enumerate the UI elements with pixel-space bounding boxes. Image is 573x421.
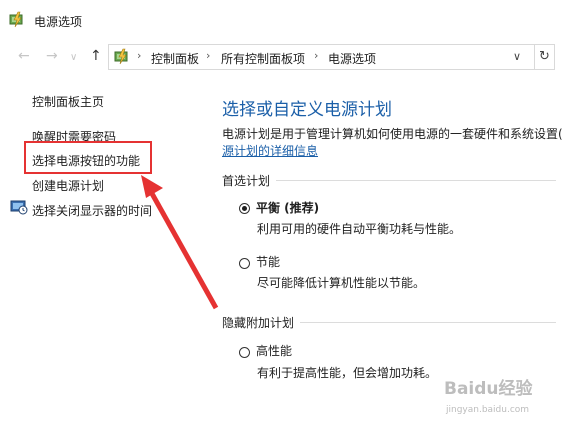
radio-high-performance[interactable] <box>239 347 250 358</box>
radio-balanced[interactable] <box>239 203 250 214</box>
watermark-text: Baidu经验 <box>444 378 534 399</box>
hidden-plans-expander[interactable]: 隐藏附加计划 <box>222 314 301 331</box>
plan-name-high-performance[interactable]: 高性能 <box>256 342 292 359</box>
plan-details-link[interactable]: 源计划的详细信息 <box>222 142 318 159</box>
plan-desc-balanced: 利用可用的硬件自动平衡功耗与性能。 <box>257 222 462 236</box>
radio-power-saver[interactable] <box>239 258 250 269</box>
page-title: 选择或自定义电源计划 <box>222 100 392 120</box>
plan-desc-power-saver: 尽可能降低计算机性能以节能。 <box>257 276 426 290</box>
baidu-jingyan-watermark: Baidu经验 jingyan.baidu.com <box>444 378 534 415</box>
preferred-plans-label: 首选计划 <box>222 172 277 189</box>
plan-name-balanced[interactable]: 平衡 (推荐) <box>256 199 319 216</box>
plan-name-power-saver[interactable]: 节能 <box>256 253 280 270</box>
watermark-url: jingyan.baidu.com <box>445 405 529 415</box>
page-description: 电源计划是用于管理计算机如何使用电源的一套硬件和系统设置( <box>222 127 563 141</box>
plan-desc-high-performance: 有利于提高性能，但会增加功耗。 <box>257 366 438 380</box>
